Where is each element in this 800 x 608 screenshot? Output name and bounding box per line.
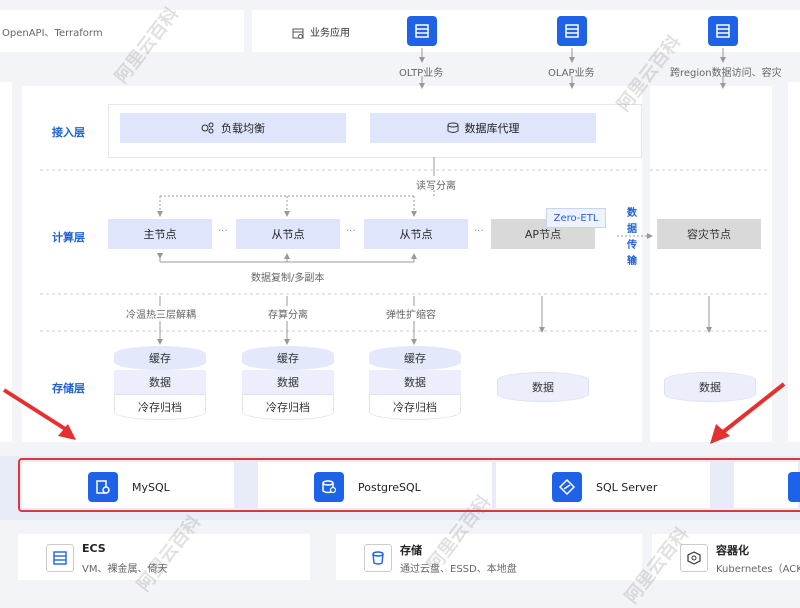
- data-segment: 数据: [242, 370, 334, 394]
- mysql-icon: [88, 472, 118, 502]
- db-tile-postgresql[interactable]: PostgreSQL: [314, 472, 421, 502]
- ecs-title: ECS: [82, 542, 106, 555]
- data-segment: 数据: [369, 370, 461, 394]
- data-transfer-char-3: 输: [627, 256, 637, 267]
- more-db-icon: [788, 472, 800, 502]
- feature-tiered-decoupling: 冷温热三层解耦: [124, 306, 198, 321]
- db-tile-sqlserver[interactable]: SQL Server: [552, 472, 657, 502]
- postgresql-label: PostgreSQL: [358, 480, 421, 494]
- dr-node-label: 容灾节点: [687, 228, 731, 241]
- cache-label: 缓存: [404, 352, 426, 365]
- replica-node-2-box: 从节点: [364, 219, 468, 249]
- data-transfer-char-0: 数: [627, 208, 637, 219]
- data-label: 数据: [532, 381, 554, 394]
- feature-elastic-scaling: 弹性扩缩容: [384, 306, 438, 321]
- data-segment: 数据: [664, 372, 756, 402]
- data-label: 数据: [404, 376, 426, 389]
- cold-archive-label: 冷存归档: [393, 401, 437, 414]
- cache-segment: 缓存: [369, 346, 461, 370]
- compute-layer-label: 计算层: [52, 231, 85, 244]
- ellipsis-1: ···: [218, 226, 228, 237]
- storage-sub: 通过云盘、ESSD、本地盘: [400, 564, 517, 575]
- zero-etl-label: Zero-ETL: [553, 212, 599, 224]
- cold-archive-label: 冷存归档: [266, 401, 310, 414]
- replica-node-2-label: 从节点: [399, 228, 433, 241]
- cache-segment: 缓存: [114, 346, 206, 370]
- dr-data-store: 数据: [664, 372, 756, 402]
- zero-etl-tag: Zero-ETL: [546, 208, 606, 228]
- cold-archive-segment: 冷存归档: [114, 394, 206, 420]
- storage-stack-1: 缓存 数据 冷存归档: [114, 346, 206, 420]
- db-tile-mysql[interactable]: MySQL: [88, 472, 170, 502]
- mysql-label: MySQL: [132, 480, 170, 494]
- cache-label: 缓存: [277, 352, 299, 365]
- cache-segment: 缓存: [242, 346, 334, 370]
- ellipsis-2: ···: [346, 226, 356, 237]
- data-label: 数据: [699, 381, 721, 394]
- data-segment: 数据: [497, 372, 589, 402]
- rw-split-label: 读写分离: [416, 181, 456, 192]
- storage-stack-3: 缓存 数据 冷存归档: [369, 346, 461, 420]
- primary-node-label: 主节点: [143, 228, 177, 241]
- infra-storage: 存储 通过云盘、ESSD、本地盘: [336, 534, 642, 580]
- storage-title: 存储: [400, 544, 422, 557]
- replication-label: 数据复制/多副本: [251, 273, 325, 284]
- cold-archive-label: 冷存归档: [138, 401, 182, 414]
- data-transfer-char-1: 据: [627, 224, 637, 235]
- storage-stack-2: 缓存 数据 冷存归档: [242, 346, 334, 420]
- data-segment: 数据: [114, 370, 206, 394]
- data-label: 数据: [277, 376, 299, 389]
- storage-layer-label: 存储层: [52, 382, 85, 395]
- data-label: 数据: [149, 376, 171, 389]
- postgresql-icon: [314, 472, 344, 502]
- primary-node-box: 主节点: [108, 219, 212, 249]
- cold-archive-segment: 冷存归档: [369, 394, 461, 420]
- ellipsis-3: ···: [474, 226, 484, 237]
- data-transfer-char-2: 传: [627, 240, 637, 251]
- storage-bucket-icon: [364, 544, 392, 572]
- replica-node-1-box: 从节点: [236, 219, 340, 249]
- ap-data-store: 数据: [497, 372, 589, 402]
- cache-label: 缓存: [149, 352, 171, 365]
- replica-node-1-label: 从节点: [271, 228, 305, 241]
- feature-storage-compute-separation: 存算分离: [266, 306, 310, 321]
- sqlserver-icon: [552, 472, 582, 502]
- cold-archive-segment: 冷存归档: [242, 394, 334, 420]
- ecs-icon: [46, 544, 74, 572]
- data-transfer-label: 数 据 传 输: [626, 206, 638, 270]
- sqlserver-label: SQL Server: [596, 480, 658, 494]
- ap-node-label: AP节点: [524, 228, 562, 241]
- container-sub: Kubernetes（ACK: [716, 564, 800, 575]
- container-title: 容器化: [716, 544, 749, 557]
- dr-node-box: 容灾节点: [657, 219, 761, 249]
